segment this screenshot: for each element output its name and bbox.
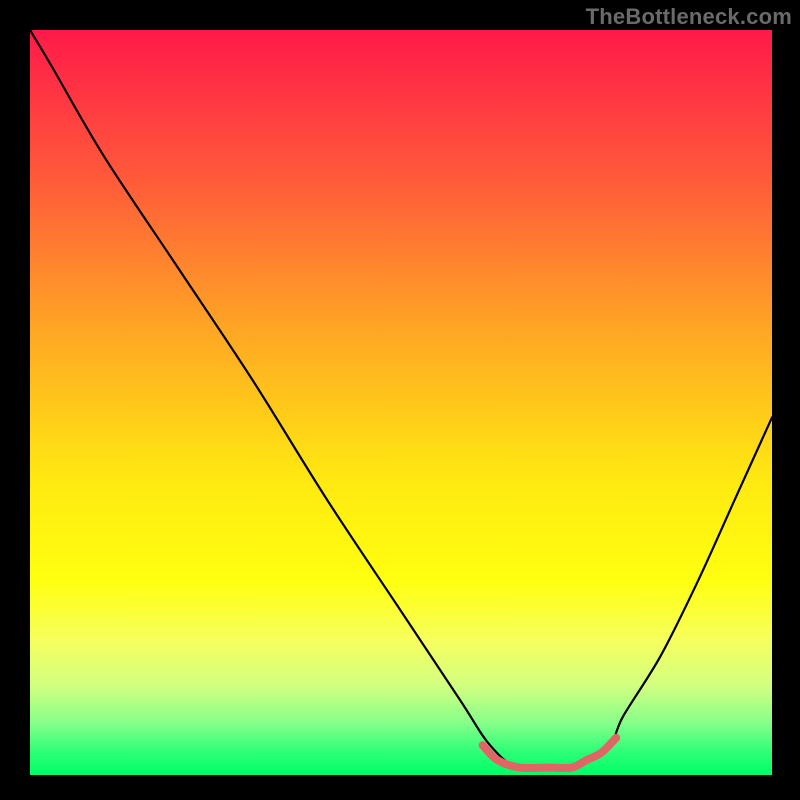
bottleneck-chart xyxy=(0,0,800,800)
watermark-text: TheBottleneck.com xyxy=(586,4,792,30)
chart-container: { "watermark": "TheBottleneck.com", "cha… xyxy=(0,0,800,800)
plot-background xyxy=(30,30,772,775)
